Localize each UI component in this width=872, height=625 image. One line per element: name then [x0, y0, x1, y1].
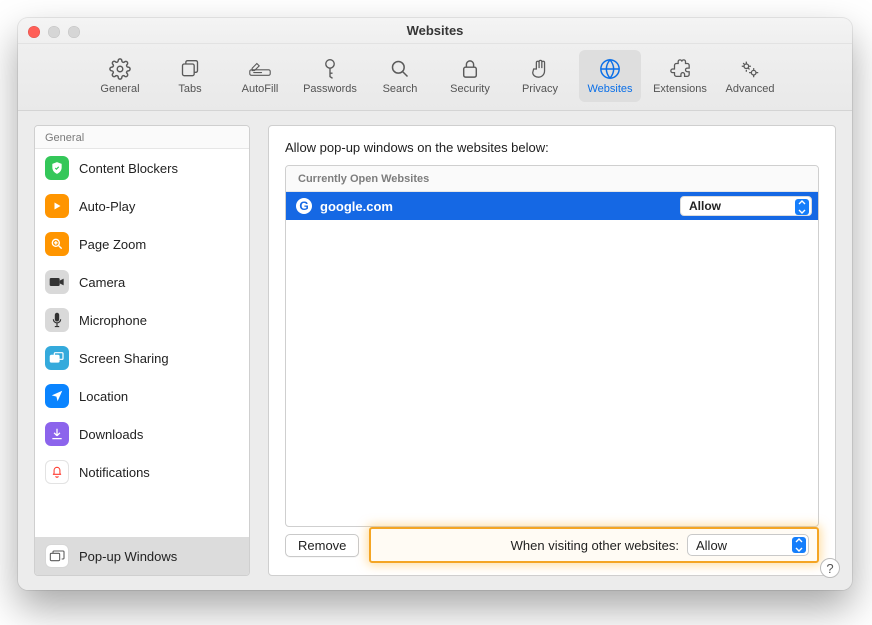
location-arrow-icon — [45, 384, 69, 408]
sidebar-item-label: Auto-Play — [79, 199, 135, 214]
sidebar-item-page-zoom[interactable]: Page Zoom — [35, 225, 249, 263]
sidebar-item-content-blockers[interactable]: Content Blockers — [35, 149, 249, 187]
bell-icon — [45, 460, 69, 484]
website-row[interactable]: G google.com Allow — [286, 192, 818, 220]
tabs-icon — [179, 58, 201, 80]
tab-label: Advanced — [726, 83, 775, 95]
remove-button[interactable]: Remove — [285, 534, 359, 557]
gear-icon — [109, 58, 131, 80]
close-window-button[interactable] — [28, 26, 40, 38]
sidebar-item-label: Microphone — [79, 313, 147, 328]
minimize-window-button[interactable] — [48, 26, 60, 38]
help-glyph: ? — [826, 561, 833, 576]
window-title: Websites — [407, 23, 464, 38]
other-websites-highlight: When visiting other websites: Allow — [369, 527, 819, 563]
website-row-setting-select[interactable]: Allow — [680, 196, 812, 216]
tab-autofill[interactable]: AutoFill — [229, 50, 291, 102]
pencil-field-icon — [249, 58, 271, 80]
select-stepper-icon — [792, 537, 806, 553]
hand-icon — [529, 58, 551, 80]
pref-toolbar: General Tabs AutoFill Passwords Search — [18, 44, 852, 111]
sidebar-item-label: Downloads — [79, 427, 143, 442]
help-button[interactable]: ? — [820, 558, 840, 578]
website-domain-label: google.com — [320, 199, 680, 214]
sidebar-item-label: Content Blockers — [79, 161, 178, 176]
sidebar-section-header: General — [35, 126, 249, 149]
tab-label: Websites — [587, 83, 632, 95]
sidebar-item-label: Location — [79, 389, 128, 404]
tab-label: Passwords — [303, 83, 357, 95]
list-section-header: Currently Open Websites — [286, 166, 818, 192]
sidebar-item-auto-play[interactable]: Auto-Play — [35, 187, 249, 225]
titlebar: Websites — [18, 18, 852, 44]
gears-icon — [739, 58, 761, 80]
tab-label: Privacy — [522, 83, 558, 95]
window-stack-icon — [45, 544, 69, 568]
zoom-icon — [45, 232, 69, 256]
google-favicon-icon: G — [296, 198, 312, 214]
sidebar-item-location[interactable]: Location — [35, 377, 249, 415]
tab-label: Search — [383, 83, 418, 95]
sidebar-item-microphone[interactable]: Microphone — [35, 301, 249, 339]
select-value: Allow — [696, 538, 727, 553]
tab-security[interactable]: Security — [439, 50, 501, 102]
sidebar-item-popup-windows[interactable]: Pop-up Windows — [35, 537, 249, 575]
window-controls — [28, 26, 80, 38]
select-stepper-icon — [795, 199, 809, 215]
tab-label: Security — [450, 83, 490, 95]
content-area: General Content Blockers Auto-Play Page … — [18, 111, 852, 590]
tab-label: Extensions — [653, 83, 707, 95]
globe-icon — [599, 58, 621, 80]
key-icon — [319, 58, 341, 80]
zoom-window-button[interactable] — [68, 26, 80, 38]
other-websites-select[interactable]: Allow — [687, 534, 809, 556]
search-icon — [389, 58, 411, 80]
tab-privacy[interactable]: Privacy — [509, 50, 571, 102]
tab-websites[interactable]: Websites — [579, 50, 641, 102]
sidebar-item-label: Pop-up Windows — [79, 549, 177, 564]
main-pane: Allow pop-up windows on the websites bel… — [268, 125, 836, 576]
tab-label: General — [100, 83, 139, 95]
shield-check-icon — [45, 156, 69, 180]
play-icon — [45, 194, 69, 218]
tab-advanced[interactable]: Advanced — [719, 50, 781, 102]
camera-icon — [45, 270, 69, 294]
tab-tabs[interactable]: Tabs — [159, 50, 221, 102]
tab-general[interactable]: General — [89, 50, 151, 102]
main-heading: Allow pop-up windows on the websites bel… — [285, 140, 819, 155]
sidebar-item-label: Screen Sharing — [79, 351, 169, 366]
sidebar-item-screen-sharing[interactable]: Screen Sharing — [35, 339, 249, 377]
microphone-icon — [45, 308, 69, 332]
sidebar: General Content Blockers Auto-Play Page … — [34, 125, 250, 576]
screens-icon — [45, 346, 69, 370]
sidebar-item-downloads[interactable]: Downloads — [35, 415, 249, 453]
preferences-window: Websites General Tabs AutoFill Passwords — [18, 18, 852, 590]
tab-label: AutoFill — [242, 83, 279, 95]
tab-extensions[interactable]: Extensions — [649, 50, 711, 102]
tab-label: Tabs — [178, 83, 201, 95]
sidebar-item-label: Page Zoom — [79, 237, 146, 252]
puzzle-icon — [669, 58, 691, 80]
lock-icon — [459, 58, 481, 80]
tab-search[interactable]: Search — [369, 50, 431, 102]
sidebar-item-notifications[interactable]: Notifications — [35, 453, 249, 491]
websites-listbox: Currently Open Websites G google.com All… — [285, 165, 819, 527]
main-footer: Remove When visiting other websites: All… — [285, 527, 819, 563]
download-icon — [45, 422, 69, 446]
sidebar-item-label: Notifications — [79, 465, 150, 480]
other-websites-label: When visiting other websites: — [511, 538, 679, 553]
sidebar-item-label: Camera — [79, 275, 125, 290]
tab-passwords[interactable]: Passwords — [299, 50, 361, 102]
select-value: Allow — [689, 199, 721, 213]
sidebar-item-camera[interactable]: Camera — [35, 263, 249, 301]
